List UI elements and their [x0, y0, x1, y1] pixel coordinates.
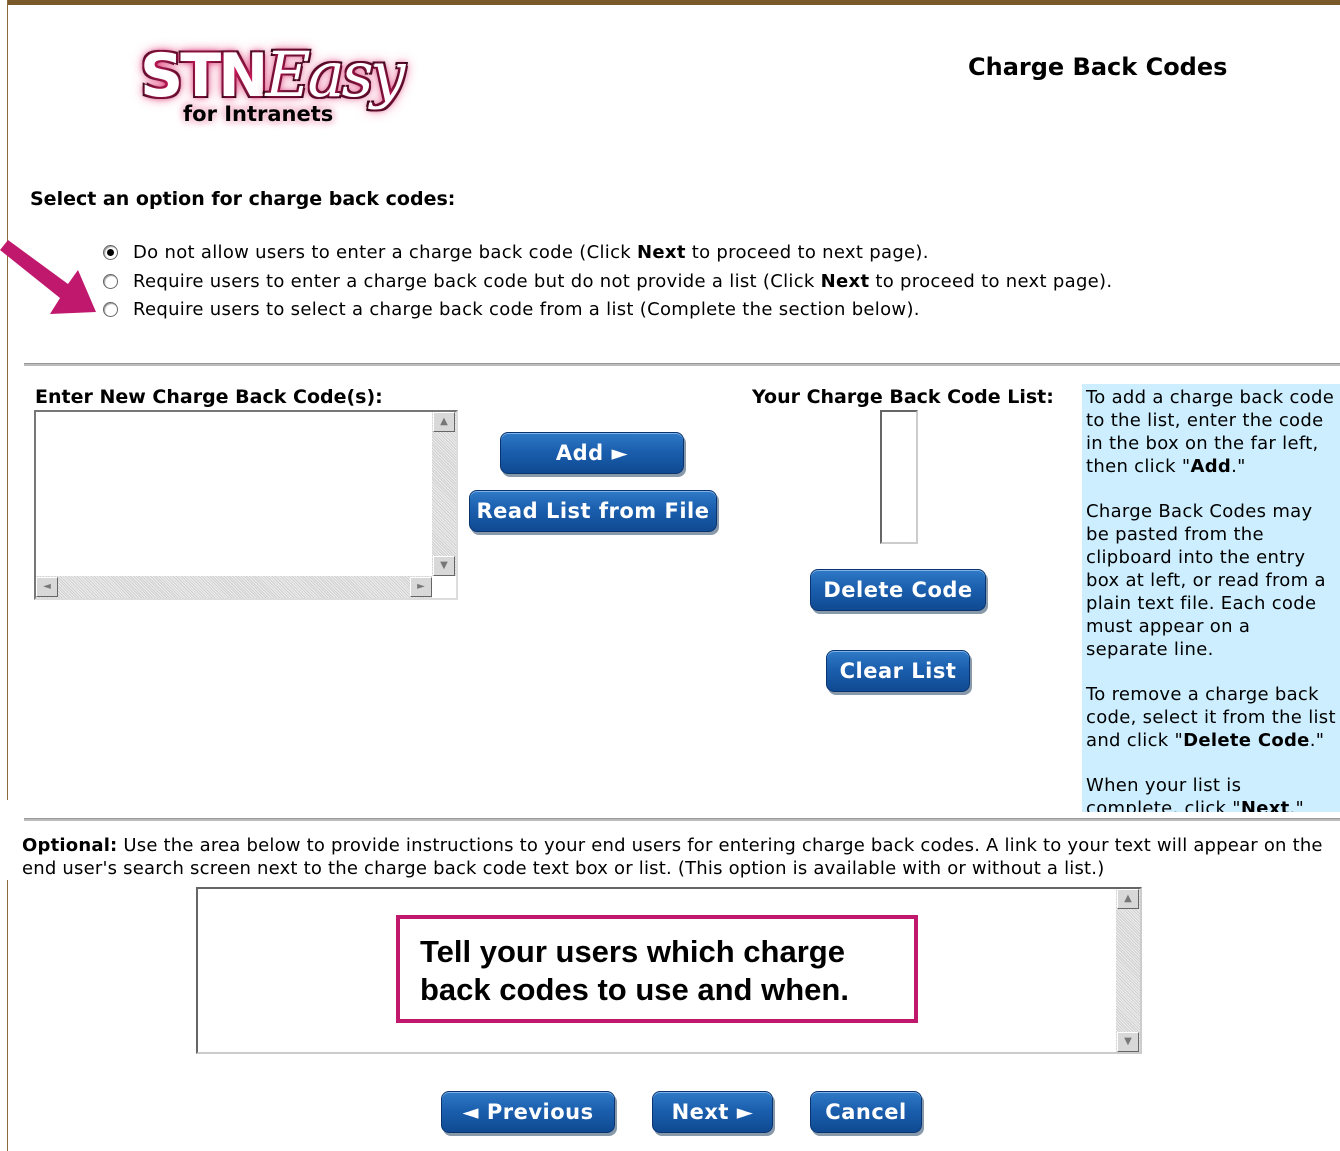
pointer-arrow-icon	[0, 240, 96, 314]
window-left-border	[0, 0, 8, 800]
option-code-no-list[interactable]: Require users to enter a charge back cod…	[103, 271, 1112, 292]
radio-code-from-list[interactable]	[103, 302, 118, 317]
option-no-code[interactable]: Do not allow users to enter a charge bac…	[103, 242, 929, 263]
stneasy-logo: STNEasy for Intranets	[128, 38, 448, 133]
logo-easy-text: Easy	[265, 38, 405, 111]
read-list-from-file-button[interactable]: Read List from File	[469, 490, 717, 532]
add-button[interactable]: Add ►	[500, 432, 684, 474]
window-top-border	[0, 0, 1340, 5]
options-label: Select an option for charge back codes:	[30, 188, 456, 210]
clear-list-button[interactable]: Clear List	[826, 650, 970, 692]
help-panel: To add a charge back code to the list, e…	[1082, 384, 1340, 812]
next-button[interactable]: Next ►	[652, 1091, 773, 1133]
entry-hscrollbar[interactable]: ◄ ►	[36, 576, 432, 598]
entry-textarea[interactable]: ▲ ▼ ◄ ►	[34, 410, 458, 600]
option-code-from-list[interactable]: Require users to select a charge back co…	[103, 299, 920, 320]
divider-bottom	[24, 818, 1340, 821]
previous-button[interactable]: ◄ Previous	[441, 1091, 615, 1133]
cancel-button[interactable]: Cancel	[810, 1091, 922, 1133]
help-add-instructions: To add a charge back code to the list, e…	[1086, 387, 1335, 477]
code-list-select[interactable]	[880, 410, 918, 544]
page-title: Charge Back Codes	[968, 53, 1228, 81]
instructions-vscrollbar[interactable]: ▲ ▼	[1116, 889, 1140, 1052]
radio-code-no-list[interactable]	[103, 274, 118, 289]
scroll-down-icon[interactable]: ▼	[433, 556, 455, 576]
delete-code-button[interactable]: Delete Code	[810, 569, 986, 611]
optional-instructions-text: Optional: Use the area below to provide …	[22, 835, 1323, 879]
help-delete-instructions: To remove a charge back code, select it …	[1086, 684, 1336, 751]
callout-annotation: Tell your users which charge back codes …	[396, 915, 918, 1023]
scroll-up-icon[interactable]: ▲	[1117, 889, 1139, 909]
code-list-label: Your Charge Back Code List:	[752, 386, 1054, 408]
entry-vscrollbar[interactable]: ▲ ▼	[432, 412, 456, 576]
logo-stn-text: STN	[140, 41, 268, 111]
scroll-up-icon[interactable]: ▲	[433, 412, 455, 432]
scroll-down-icon[interactable]: ▼	[1117, 1032, 1139, 1052]
scroll-right-icon[interactable]: ►	[410, 577, 432, 597]
entry-label: Enter New Charge Back Code(s):	[35, 386, 383, 408]
window-left-border-lower	[0, 880, 8, 1151]
help-paste-instructions: Charge Back Codes may be pasted from the…	[1086, 501, 1326, 660]
logo-subtitle: for Intranets	[183, 102, 334, 126]
radio-no-code[interactable]	[103, 245, 118, 260]
help-next-instructions: When your list is complete, click "Next.…	[1086, 775, 1305, 812]
divider-top	[24, 363, 1340, 366]
scroll-left-icon[interactable]: ◄	[36, 577, 58, 597]
